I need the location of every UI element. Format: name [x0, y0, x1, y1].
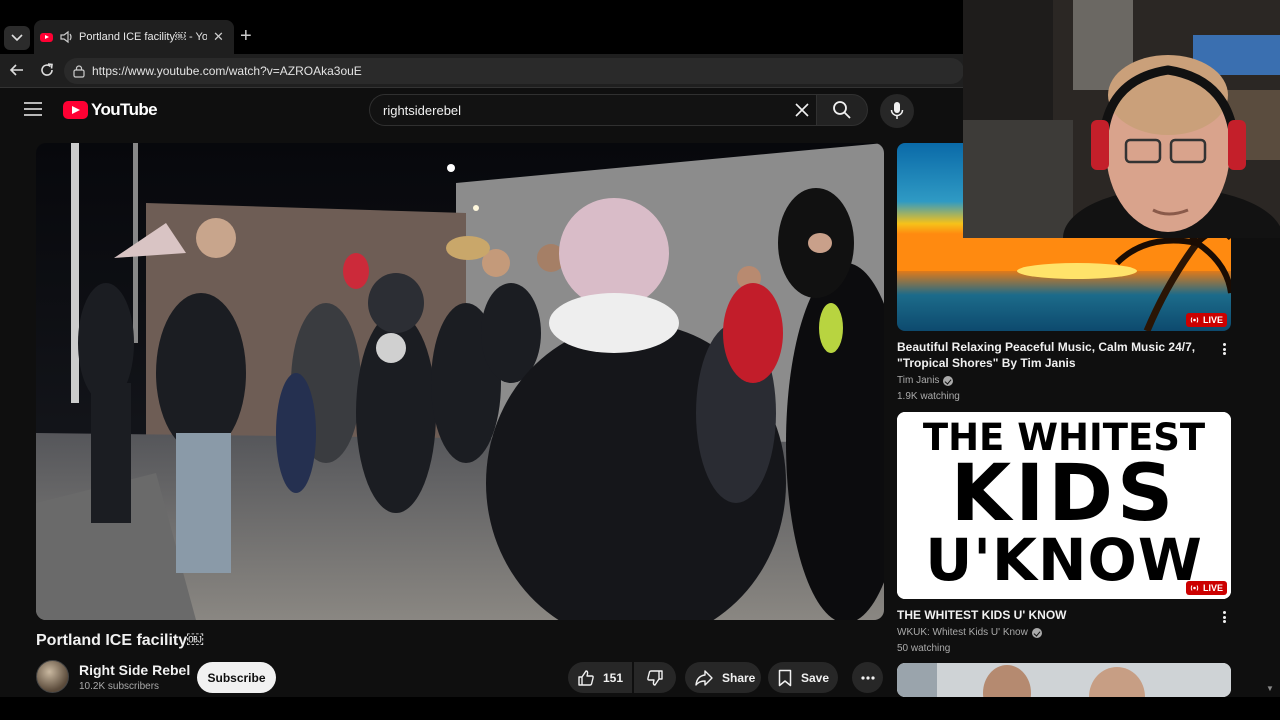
search-input[interactable]: rightsiderebel — [369, 94, 816, 126]
live-broadcast-icon — [1190, 585, 1199, 591]
webcam-overlay — [963, 0, 1280, 238]
more-actions-button[interactable] — [852, 662, 883, 693]
tab-close-icon[interactable]: ✕ — [213, 29, 224, 45]
bookmark-icon — [778, 669, 792, 686]
search-icon — [833, 101, 851, 119]
chevron-down-icon — [11, 34, 23, 42]
bottom-bar — [0, 697, 1280, 720]
thumbs-up-icon — [578, 669, 594, 686]
thumbnail-text: KIDS — [950, 449, 1178, 539]
live-badge-text: LIVE — [1202, 315, 1223, 325]
video-player[interactable] — [36, 143, 884, 620]
verified-check-icon — [943, 375, 954, 386]
subscriber-count: 10.2K subscribers — [79, 681, 160, 692]
thumbs-down-icon — [647, 669, 663, 686]
recommendation-title-line: Beautiful Relaxing Peaceful Music, Calm … — [897, 340, 1196, 354]
youtube-favicon-icon — [40, 32, 53, 42]
share-icon — [695, 669, 713, 686]
recommendation-more-button[interactable] — [1218, 341, 1230, 357]
tab-title: Portland ICE facility￼ - YouTu — [79, 31, 207, 43]
wkuk-logo-thumbnail: THE WHITEST KIDS U'KNOW — [897, 412, 1231, 599]
live-badge-text: LIVE — [1202, 583, 1223, 593]
youtube-logo-text: YouTube — [91, 100, 158, 119]
youtube-logo[interactable]: YouTube — [63, 100, 158, 120]
dislike-button[interactable] — [634, 662, 676, 693]
video-frame — [36, 143, 884, 620]
channel-avatar[interactable] — [36, 660, 69, 693]
recommendation-channel-name: WKUK: Whitest Kids U' Know — [897, 627, 1028, 638]
like-button[interactable]: 151 — [568, 662, 632, 693]
recommendation-channel[interactable]: Tim Janis — [897, 375, 954, 386]
save-button[interactable]: Save — [768, 662, 838, 693]
site-info-icon[interactable] — [72, 64, 86, 78]
url-text: https://www.youtube.com/watch?v=AZROAka3… — [92, 64, 362, 78]
recommendation-title[interactable]: Beautiful Relaxing Peaceful Music, Calm … — [897, 339, 1197, 371]
back-arrow-icon[interactable] — [8, 61, 26, 79]
live-badge: LIVE — [1185, 313, 1227, 327]
more-horizontal-icon — [860, 675, 875, 680]
search-button[interactable] — [816, 94, 868, 126]
recommendation-channel[interactable]: WKUK: Whitest Kids U' Know — [897, 627, 1042, 638]
menu-icon[interactable] — [24, 102, 42, 116]
recommendation-more-button[interactable] — [1218, 609, 1230, 625]
tab-search-button[interactable] — [4, 26, 30, 50]
recommendation-channel-name: Tim Janis — [897, 375, 940, 386]
speaker-icon[interactable] — [59, 30, 75, 44]
address-bar[interactable]: https://www.youtube.com/watch?v=AZROAka3… — [64, 58, 964, 84]
live-badge: LIVE — [1185, 581, 1227, 595]
browser-tab-active[interactable]: Portland ICE facility￼ - YouTu ✕ — [34, 20, 234, 54]
search-query: rightsiderebel — [383, 102, 462, 118]
live-broadcast-icon — [1190, 317, 1199, 323]
recommendation-title-line: "Tropical Shores" By Tim Janis — [897, 356, 1076, 370]
recommendation-viewers: 50 watching — [897, 643, 951, 654]
recommendation-thumbnail[interactable] — [897, 663, 1231, 697]
recommendation-thumbnail[interactable]: THE WHITEST KIDS U'KNOW LIVE — [897, 412, 1231, 599]
clear-search-icon[interactable] — [794, 102, 810, 118]
share-label: Share — [722, 670, 756, 685]
video-title: Portland ICE facility￼ — [36, 632, 204, 649]
thumbnail-text: U'KNOW — [925, 526, 1203, 594]
recommendation-viewers: 1.9K watching — [897, 391, 960, 402]
scrollbar-down-arrow-icon[interactable]: ▼ — [1266, 684, 1274, 693]
save-label: Save — [801, 670, 830, 685]
new-tab-icon[interactable]: + — [240, 26, 252, 46]
reload-icon[interactable] — [38, 61, 56, 79]
voice-search-button[interactable] — [880, 94, 914, 128]
microphone-icon — [890, 102, 904, 119]
verified-check-icon — [1031, 627, 1042, 638]
channel-name[interactable]: Right Side Rebel — [79, 662, 190, 678]
thumbnail-image — [897, 663, 1231, 697]
youtube-play-logo-icon — [63, 101, 88, 119]
recommendation-title[interactable]: THE WHITEST KIDS U' KNOW — [897, 607, 1197, 623]
share-button[interactable]: Share — [685, 662, 761, 693]
like-count: 151 — [603, 670, 624, 685]
subscribe-button[interactable]: Subscribe — [197, 662, 276, 693]
webcam-image — [963, 0, 1280, 238]
